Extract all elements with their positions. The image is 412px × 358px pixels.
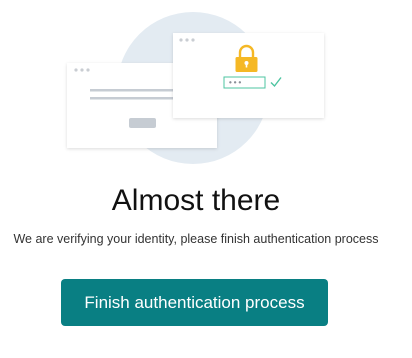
verification-page: ••• Almost there We are verifying your i… bbox=[0, 0, 412, 358]
status-message: We are verifying your identity, please f… bbox=[13, 232, 379, 246]
page-title: Almost there bbox=[111, 184, 281, 217]
identity-verification-illustration: ••• bbox=[67, 12, 324, 164]
finish-authentication-button[interactable]: Finish authentication process bbox=[61, 279, 328, 326]
password-field: ••• bbox=[223, 76, 266, 89]
password-mask: ••• bbox=[228, 79, 242, 88]
button-placeholder bbox=[129, 118, 156, 128]
text-line bbox=[90, 97, 178, 100]
login-window-card: ••• bbox=[173, 33, 324, 118]
text-line bbox=[90, 89, 178, 92]
